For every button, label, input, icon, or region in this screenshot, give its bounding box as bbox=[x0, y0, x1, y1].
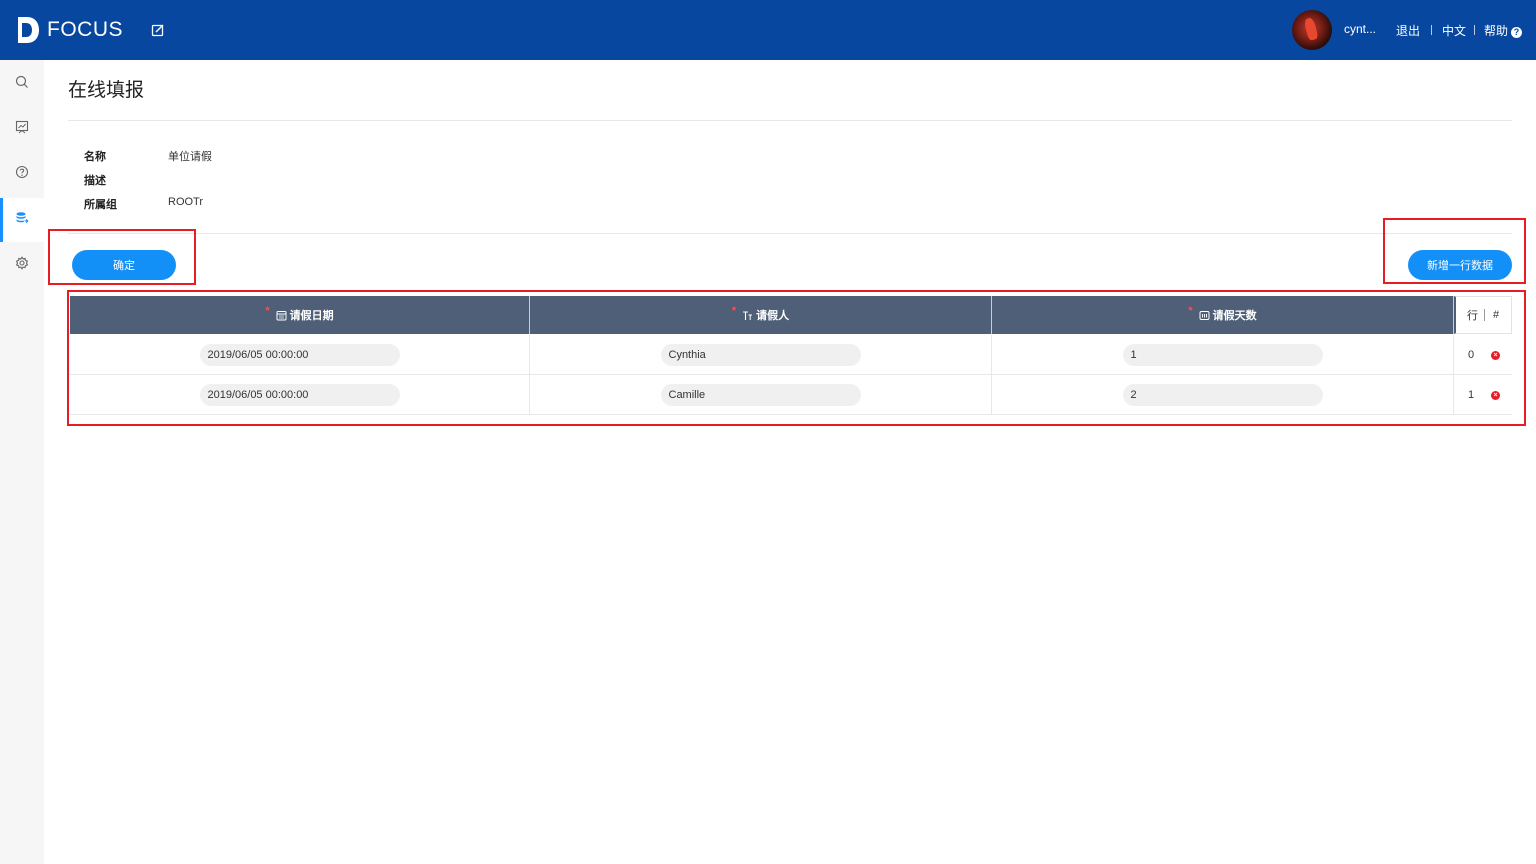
gear-icon bbox=[15, 255, 29, 275]
language-link[interactable]: 中文 bbox=[1442, 22, 1466, 39]
avatar[interactable] bbox=[1292, 10, 1332, 50]
sidebar-item-dashboard[interactable] bbox=[0, 107, 44, 151]
highlight-box-confirm bbox=[48, 229, 196, 285]
focus-logo-icon bbox=[16, 16, 40, 44]
edit-icon[interactable] bbox=[150, 22, 166, 38]
username-link[interactable]: cynt... bbox=[1344, 22, 1376, 36]
dashboard-icon bbox=[15, 120, 29, 139]
sidebar bbox=[0, 60, 44, 864]
logout-link[interactable]: 退出 bbox=[1396, 22, 1420, 39]
group-value: ROOTr bbox=[168, 196, 204, 208]
search-icon bbox=[15, 75, 29, 94]
divider bbox=[68, 233, 1512, 234]
app-logo[interactable]: FOCUS bbox=[16, 16, 123, 44]
divider bbox=[68, 120, 1512, 121]
help-circle-icon: ? bbox=[1511, 27, 1523, 38]
highlight-box-add-row bbox=[1383, 218, 1526, 284]
top-header: FOCUS cynt... 退出 中文 帮助? bbox=[0, 0, 1536, 60]
highlight-box-table bbox=[67, 290, 1526, 426]
sidebar-item-help[interactable] bbox=[0, 152, 44, 196]
sidebar-item-search[interactable] bbox=[0, 62, 44, 106]
header-divider bbox=[1474, 25, 1475, 35]
name-label: 名称 bbox=[84, 151, 106, 163]
description-label: 描述 bbox=[84, 175, 106, 187]
question-icon bbox=[15, 165, 29, 184]
name-value: 单位请假 bbox=[168, 151, 212, 163]
sidebar-item-data[interactable] bbox=[0, 198, 44, 242]
page-title: 在线填报 bbox=[68, 80, 145, 101]
help-link[interactable]: 帮助? bbox=[1484, 22, 1523, 39]
group-label: 所属组 bbox=[84, 199, 117, 211]
header-divider bbox=[1431, 25, 1432, 35]
sidebar-item-settings[interactable] bbox=[0, 243, 44, 287]
logo-text: FOCUS bbox=[47, 18, 123, 41]
help-label: 帮助 bbox=[1484, 24, 1509, 38]
database-icon bbox=[15, 211, 29, 230]
